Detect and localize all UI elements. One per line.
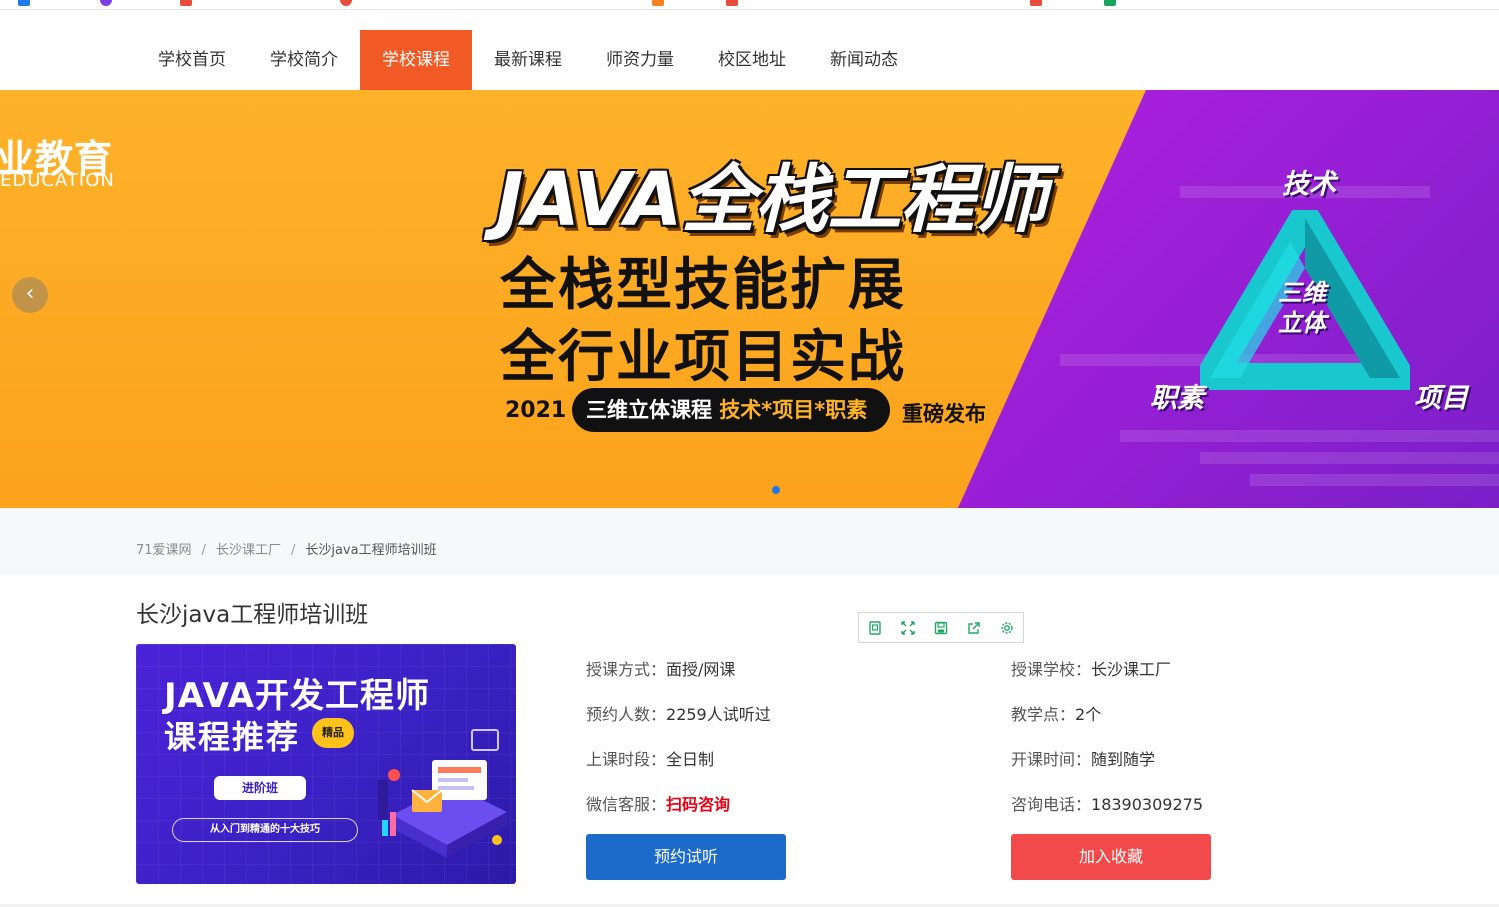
info-value: 18390309275 xyxy=(1091,795,1203,814)
info-school: 授课学校：长沙课工厂 xyxy=(1011,656,1171,680)
banner-pill-text: 三维立体课程 xyxy=(586,398,720,422)
banner-release: 重磅发布 xyxy=(902,402,986,426)
bookmark-icon[interactable] xyxy=(180,0,192,6)
info-value: 全日制 xyxy=(666,750,715,769)
info-locations: 教学点：2个 xyxy=(1011,701,1101,725)
hero-banner[interactable]: 业教育 EDUCATION JAVA全栈工程师 全栈型技能扩展 全行业项目实战 … xyxy=(0,90,1499,508)
banner-year: 2021 xyxy=(505,398,567,423)
info-booking-count: 预约人数：2259人试听过 xyxy=(586,701,771,725)
share-icon[interactable] xyxy=(957,613,990,642)
info-label: 授课学校： xyxy=(1011,660,1092,679)
info-label: 授课方式： xyxy=(586,660,667,679)
banner-stripe xyxy=(1120,430,1499,442)
info-label: 上课时段： xyxy=(586,750,667,769)
save-icon[interactable] xyxy=(925,613,958,642)
info-value: 2259人试听过 xyxy=(666,705,771,724)
bookmark-icon[interactable] xyxy=(18,0,30,6)
info-label: 预约人数： xyxy=(586,705,667,724)
breadcrumb-separator: / xyxy=(201,543,206,558)
info-phone: 咨询电话：18390309275 xyxy=(1011,791,1203,815)
breadcrumb-home-link[interactable]: 71爱课网 xyxy=(136,543,192,558)
breadcrumb-bar: 71爱课网 / 长沙课工厂 / 长沙java工程师培训班 xyxy=(0,508,1499,575)
info-value: 长沙课工厂 xyxy=(1091,660,1172,679)
carousel-dot[interactable] xyxy=(772,486,780,494)
add-favorite-button[interactable]: 加入收藏 xyxy=(1011,834,1211,880)
bookmark-icon[interactable] xyxy=(100,0,112,6)
breadcrumb: 71爱课网 / 长沙课工厂 / 长沙java工程师培训班 xyxy=(136,508,437,575)
nav-item-home[interactable]: 学校首页 xyxy=(136,30,248,90)
breadcrumb-school-link[interactable]: 长沙课工厂 xyxy=(216,543,281,558)
nav-item-teachers[interactable]: 师资力量 xyxy=(584,30,696,90)
info-value: 面授/网课 xyxy=(666,660,736,679)
wechat-scan-link[interactable]: 扫码咨询 xyxy=(666,795,730,814)
carousel-prev-button[interactable]: ‹ xyxy=(12,277,48,313)
info-label: 教学点： xyxy=(1011,705,1076,724)
breadcrumb-separator: / xyxy=(290,543,296,558)
course-title: 长沙java工程师培训班 xyxy=(136,602,369,628)
bookmark-icon[interactable] xyxy=(1030,0,1042,6)
thumb-badge: 精品 xyxy=(312,718,354,748)
info-label: 开课时间： xyxy=(1011,750,1092,769)
banner-keyword-tech: 技术 xyxy=(1282,169,1336,200)
banner-keyword-soft-skills: 职素 xyxy=(1150,383,1204,414)
thumb-illustration-icon xyxy=(378,729,507,858)
bookmark-icon[interactable] xyxy=(340,0,352,6)
fullscreen-icon[interactable] xyxy=(892,613,925,642)
banner-brand-en: EDUCATION xyxy=(0,170,115,191)
nav-item-intro[interactable]: 学校简介 xyxy=(248,30,360,90)
nav-item-campus[interactable]: 校区地址 xyxy=(696,30,808,90)
school-nav: 学校首页 学校简介 学校课程 最新课程 师资力量 校区地址 新闻动态 xyxy=(0,30,1499,90)
nav-list: 学校首页 学校简介 学校课程 最新课程 师资力量 校区地址 新闻动态 xyxy=(136,30,920,90)
triangle-label-line1: 三维 xyxy=(1278,279,1326,307)
info-wechat: 微信客服：扫码咨询 xyxy=(586,791,730,815)
banner-pill-highlight: 技术*项目*职素 xyxy=(719,398,868,422)
thumb-pill: 进阶班 xyxy=(214,776,306,800)
info-value: 2个 xyxy=(1075,705,1102,724)
copy-icon[interactable] xyxy=(859,613,892,642)
banner-title: JAVA全栈工程师 xyxy=(496,157,1047,243)
triangle-label-line2: 立体 xyxy=(1278,309,1326,337)
triangle-label: 三维 立体 xyxy=(1278,278,1326,338)
thumb-title: JAVA开发工程师 xyxy=(164,676,430,716)
banner-stripe xyxy=(1200,452,1499,464)
info-value: 随到随学 xyxy=(1091,750,1156,769)
banner-stripe xyxy=(1250,474,1499,486)
banner-pill: 三维立体课程 技术*项目*职素 xyxy=(572,388,890,432)
thumb-subtitle: 课程推荐 xyxy=(164,718,301,756)
book-trial-button[interactable]: 预约试听 xyxy=(586,834,786,880)
bookmark-icon[interactable] xyxy=(1104,0,1116,6)
thumb-skills: 从入门到精通的十大技巧 xyxy=(172,818,358,842)
banner-keyword-project: 项目 xyxy=(1414,383,1468,414)
nav-item-news[interactable]: 新闻动态 xyxy=(808,30,920,90)
bookmark-icon[interactable] xyxy=(652,0,664,6)
nav-item-latest-courses[interactable]: 最新课程 xyxy=(472,30,584,90)
breadcrumb-current: 长沙java工程师培训班 xyxy=(305,543,437,558)
browser-toolbar-strip xyxy=(0,0,1499,10)
info-schedule: 上课时段：全日制 xyxy=(586,746,714,770)
info-teach-mode: 授课方式：面授/网课 xyxy=(586,656,735,680)
floating-toolbar xyxy=(858,612,1024,643)
info-label: 咨询电话： xyxy=(1011,795,1092,814)
info-start-time: 开课时间：随到随学 xyxy=(1011,746,1155,770)
banner-line-2: 全行业项目实战 xyxy=(500,325,906,390)
settings-icon[interactable] xyxy=(990,613,1023,642)
banner-line-1: 全栈型技能扩展 xyxy=(500,253,906,318)
info-label: 微信客服： xyxy=(586,795,667,814)
bookmark-icon[interactable] xyxy=(726,0,738,6)
nav-item-courses[interactable]: 学校课程 xyxy=(360,30,472,90)
course-thumbnail[interactable]: JAVA开发工程师 课程推荐 精品 进阶班 从入门到精通的十大技巧 xyxy=(136,644,516,884)
